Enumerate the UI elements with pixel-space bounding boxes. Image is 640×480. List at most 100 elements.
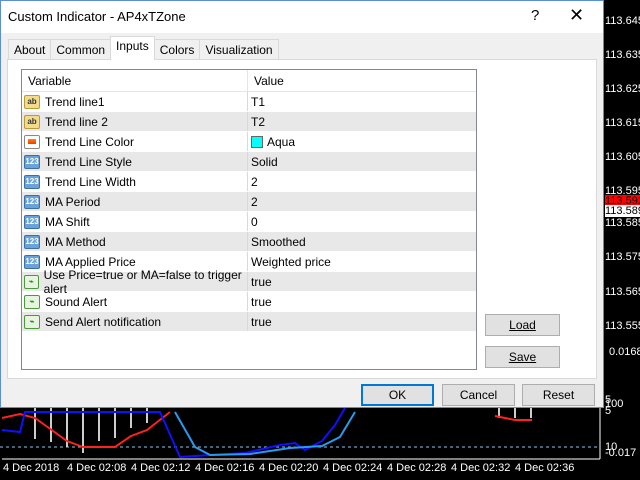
- tab-bar: About Common Inputs Colors Visualization: [8, 36, 279, 60]
- column-header-variable[interactable]: Variable: [22, 70, 248, 91]
- table-row[interactable]: 123 Trend Line Width 2: [22, 172, 476, 192]
- tab-inputs[interactable]: Inputs: [110, 36, 155, 60]
- variable-cell: 123 MA Shift: [22, 212, 248, 231]
- variable-value: 0: [251, 214, 258, 229]
- variable-value: Weighted price: [251, 254, 331, 269]
- variable-cell: ⌁ Use Price=true or MA=false to trigger a…: [22, 268, 248, 296]
- time-label: 4 Dec 02:08: [67, 462, 127, 474]
- integer-type-icon: 123: [24, 234, 40, 249]
- table-row[interactable]: ab Trend line 2 T2: [22, 112, 476, 132]
- variable-cell: ⌁ Send Alert notification: [22, 312, 248, 331]
- indicator-value-label: 0.0168: [609, 346, 640, 358]
- variable-name: Trend Line Width: [45, 174, 136, 189]
- indicator-level-label: -0.017: [605, 447, 637, 459]
- price-label: 113.575: [605, 251, 640, 263]
- time-label: 4 Dec 02:16: [195, 462, 255, 474]
- time-label: 4 Dec 02:12: [131, 462, 191, 474]
- value-cell[interactable]: Smoothed: [248, 232, 306, 251]
- variable-name: Send Alert notification: [45, 314, 162, 329]
- blue-ma-line: [1, 407, 346, 459]
- save-label: Save: [508, 350, 537, 364]
- variable-cell: 123 MA Method: [22, 232, 248, 251]
- dialog-title: Custom Indicator - AP4xTZone: [8, 9, 186, 24]
- variable-cell: ⌁ Sound Alert: [22, 292, 248, 311]
- table-row[interactable]: Trend Line Color Aqua: [22, 132, 476, 152]
- integer-type-icon: 123: [24, 194, 40, 209]
- value-cell[interactable]: Aqua: [248, 132, 295, 151]
- tab-about[interactable]: About: [8, 39, 52, 60]
- value-cell[interactable]: Solid: [248, 152, 278, 171]
- time-label: 4 Dec 02:24: [323, 462, 383, 474]
- variable-name: Trend line1: [45, 94, 105, 109]
- variable-name: MA Applied Price: [45, 254, 136, 269]
- variable-value: Smoothed: [251, 234, 306, 249]
- integer-type-icon: 123: [24, 214, 40, 229]
- variable-value: Solid: [251, 154, 278, 169]
- red-signal-line-right: [494, 415, 532, 421]
- inputs-table: Variable Value ab Trend line1 T1 ab Trend li…: [21, 69, 477, 370]
- reset-button[interactable]: Reset: [522, 384, 595, 406]
- table-header: Variable Value: [22, 70, 476, 92]
- value-cell[interactable]: Weighted price: [248, 252, 331, 271]
- time-label: 4 Dec 02:32: [451, 462, 511, 474]
- variable-name: Trend line 2: [45, 114, 108, 129]
- table-row[interactable]: ⌁ Send Alert notification true: [22, 312, 476, 332]
- save-button[interactable]: Save: [485, 346, 560, 368]
- price-label: 113.555: [605, 320, 640, 332]
- variable-value: T1: [251, 94, 266, 109]
- variable-name: Trend Line Style: [45, 154, 132, 169]
- inputs-panel: Variable Value ab Trend line1 T1 ab Trend li…: [7, 59, 597, 379]
- table-row[interactable]: ab Trend line1 T1: [22, 92, 476, 112]
- tab-colors[interactable]: Colors: [153, 39, 201, 60]
- color-type-icon: [24, 134, 40, 149]
- variable-name: Trend Line Color: [45, 134, 134, 149]
- table-row[interactable]: 123 MA Shift 0: [22, 212, 476, 232]
- table-row[interactable]: ⌁ Sound Alert true: [22, 292, 476, 312]
- variable-cell: 123 Trend Line Style: [22, 152, 248, 171]
- variable-value: T2: [251, 114, 266, 129]
- indicator-level-label: 5: [605, 405, 612, 417]
- value-cell[interactable]: 2: [248, 172, 258, 191]
- table-row[interactable]: 123 MA Period 2: [22, 192, 476, 212]
- price-label: 113.645: [605, 15, 640, 27]
- tab-common[interactable]: Common: [50, 39, 112, 60]
- boolean-type-icon: ⌁: [24, 314, 40, 329]
- value-cell[interactable]: 0: [248, 212, 258, 231]
- variable-name: Sound Alert: [45, 294, 108, 309]
- cancel-button[interactable]: Cancel: [442, 384, 515, 406]
- value-cell[interactable]: true: [248, 312, 272, 331]
- time-label: 4 Dec 02:36: [515, 462, 575, 474]
- table-row[interactable]: 123 MA Method Smoothed: [22, 232, 476, 252]
- value-cell[interactable]: T2: [248, 112, 265, 131]
- title-bar: Custom Indicator - AP4xTZone ? ✕: [1, 1, 603, 33]
- custom-indicator-dialog: Custom Indicator - AP4xTZone ? ✕ About C…: [0, 0, 604, 408]
- table-row[interactable]: 123 Trend Line Style Solid: [22, 152, 476, 172]
- variable-value: true: [251, 274, 272, 289]
- variable-name: MA Period: [45, 194, 101, 209]
- close-button[interactable]: ✕: [569, 5, 584, 26]
- color-swatch: [251, 135, 263, 148]
- value-cell[interactable]: true: [248, 292, 272, 311]
- boolean-type-icon: ⌁: [24, 294, 40, 309]
- load-button[interactable]: Load: [485, 314, 560, 336]
- ok-button[interactable]: OK: [361, 384, 434, 406]
- variable-name: MA Method: [45, 234, 106, 249]
- value-cell[interactable]: true: [248, 272, 272, 291]
- time-label: 4 Dec 02:20: [259, 462, 319, 474]
- help-button[interactable]: ?: [531, 7, 539, 24]
- table-row[interactable]: ⌁ Use Price=true or MA=false to trigger a…: [22, 268, 476, 296]
- tab-visualization[interactable]: Visualization: [199, 39, 279, 60]
- price-label: 113.625: [605, 83, 640, 95]
- price-label: 113.635: [605, 49, 640, 61]
- integer-type-icon: 123: [24, 254, 40, 269]
- integer-type-icon: 123: [24, 154, 40, 169]
- column-header-value[interactable]: Value: [248, 70, 290, 91]
- string-type-icon: ab: [24, 114, 40, 129]
- time-label: 4 Dec 02:28: [387, 462, 447, 474]
- variable-cell: ab Trend line 2: [22, 112, 248, 131]
- value-cell[interactable]: 2: [248, 192, 258, 211]
- ask-price-label: 113.589: [605, 205, 640, 217]
- integer-type-icon: 123: [24, 174, 40, 189]
- price-label: 113.615: [605, 117, 640, 129]
- value-cell[interactable]: T1: [248, 92, 265, 111]
